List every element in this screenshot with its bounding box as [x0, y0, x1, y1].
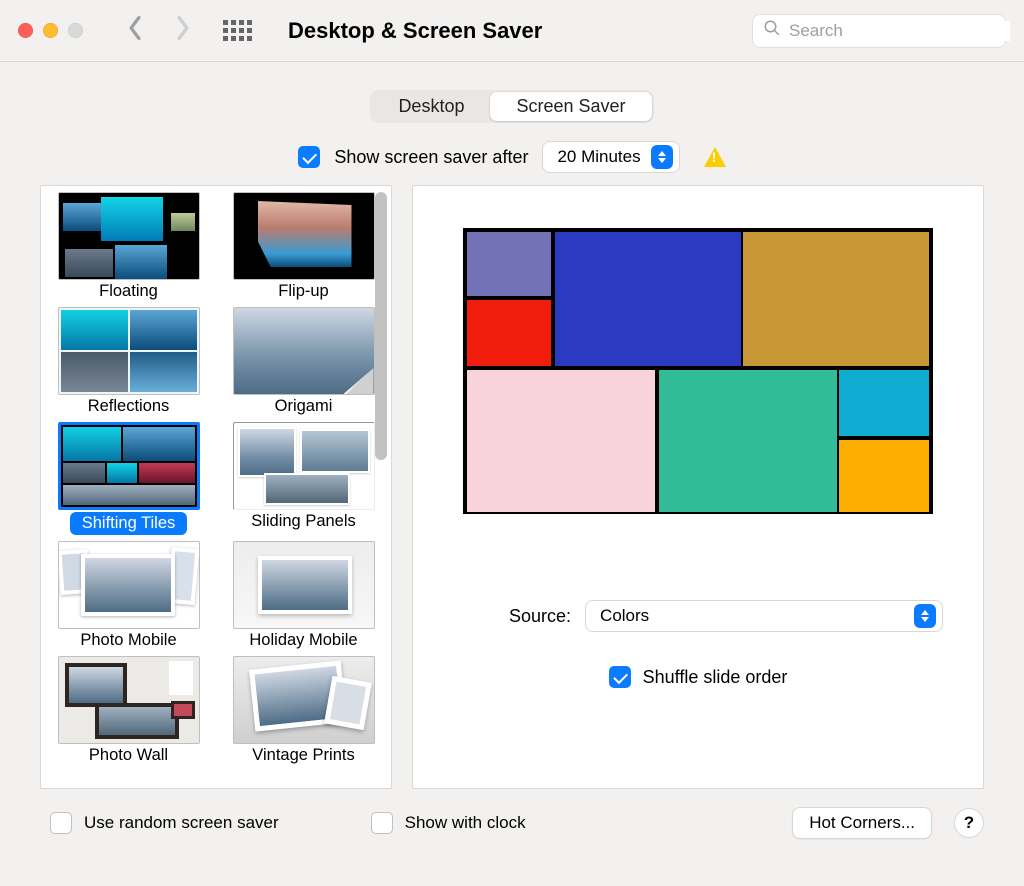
thumbnail: [233, 541, 375, 629]
search-field[interactable]: [752, 14, 1006, 48]
saver-item-holiday-mobile[interactable]: Holiday Mobile: [224, 541, 383, 656]
show-all-preferences-button[interactable]: [223, 20, 252, 41]
back-button[interactable]: [127, 15, 143, 46]
shuffle-label: Shuffle slide order: [643, 667, 788, 688]
thumbnail: [233, 307, 375, 395]
source-label: Source:: [509, 606, 571, 627]
source-value: Colors: [600, 606, 904, 626]
preview-tile: [553, 230, 743, 368]
timing-row: Show screen saver after 20 Minutes: [0, 123, 1024, 173]
warning-icon: [704, 147, 726, 167]
saver-item-floating[interactable]: Floating: [49, 192, 208, 307]
saver-label: Vintage Prints: [252, 744, 354, 765]
tab-screen-saver[interactable]: Screen Saver: [490, 92, 651, 121]
toolbar: Desktop & Screen Saver: [0, 0, 1024, 62]
saver-label: Sliding Panels: [251, 510, 356, 531]
main-area: Floating Flip-up Reflections Origami Shi…: [40, 185, 984, 789]
delay-value: 20 Minutes: [557, 147, 640, 167]
random-saver-checkbox[interactable]: [50, 812, 72, 834]
preview-tile: [741, 230, 931, 368]
minimize-window-button[interactable]: [43, 23, 58, 38]
delay-dropdown[interactable]: 20 Minutes: [542, 141, 679, 173]
saver-label: Reflections: [88, 395, 170, 416]
show-clock-label: Show with clock: [405, 813, 526, 833]
thumbnail: [58, 541, 200, 629]
saver-label: Floating: [99, 280, 158, 301]
thumbnail: [233, 192, 375, 280]
saver-item-photo-wall[interactable]: Photo Wall: [49, 656, 208, 771]
bottom-bar: Use random screen saver Show with clock …: [0, 789, 1024, 839]
preview-tile: [657, 368, 839, 514]
tab-desktop[interactable]: Desktop: [372, 92, 490, 121]
preview-tile: [465, 368, 657, 514]
preview-frame: [463, 228, 933, 514]
preview-tile: [465, 298, 553, 368]
window-title: Desktop & Screen Saver: [288, 18, 742, 44]
search-icon: [763, 19, 781, 42]
shuffle-checkbox[interactable]: [609, 666, 631, 688]
saver-item-vintage-prints[interactable]: Vintage Prints: [224, 656, 383, 771]
maximize-window-button: [68, 23, 83, 38]
source-row: Source: Colors: [453, 600, 943, 632]
stepper-icon: [914, 604, 936, 628]
saver-item-reflections[interactable]: Reflections: [49, 307, 208, 422]
thumbnail: [58, 422, 200, 510]
stepper-icon: [651, 145, 673, 169]
close-window-button[interactable]: [18, 23, 33, 38]
show-after-checkbox[interactable]: [298, 146, 320, 168]
thumbnail: [58, 656, 200, 744]
saver-label: Photo Wall: [89, 744, 168, 765]
search-input[interactable]: [789, 21, 1010, 41]
nav-arrows: [127, 15, 191, 46]
saver-label: Shifting Tiles: [70, 512, 188, 535]
hot-corners-button[interactable]: Hot Corners...: [792, 807, 932, 839]
preview-panel: Source: Colors Shuffle slide order: [412, 185, 984, 789]
saver-label: Flip-up: [278, 280, 328, 301]
preview-tile: [837, 368, 931, 438]
help-button[interactable]: ?: [954, 808, 984, 838]
saver-label: Origami: [275, 395, 333, 416]
saver-item-origami[interactable]: Origami: [224, 307, 383, 422]
thumbnail: [58, 192, 200, 280]
screen-saver-list[interactable]: Floating Flip-up Reflections Origami Shi…: [40, 185, 392, 789]
tabs-segmented: Desktop Screen Saver: [370, 90, 653, 123]
saver-label: Photo Mobile: [80, 629, 176, 650]
preview-tile: [465, 230, 553, 298]
shuffle-row: Shuffle slide order: [609, 666, 788, 688]
saver-item-sliding-panels[interactable]: Sliding Panels: [224, 422, 383, 541]
saver-item-flipup[interactable]: Flip-up: [224, 192, 383, 307]
window-controls: [18, 23, 83, 38]
source-dropdown[interactable]: Colors: [585, 600, 943, 632]
thumbnail: [58, 307, 200, 395]
thumbnail: [233, 656, 375, 744]
forward-button[interactable]: [175, 15, 191, 46]
thumbnail: [233, 422, 375, 510]
saver-item-photo-mobile[interactable]: Photo Mobile: [49, 541, 208, 656]
preview-tile: [837, 438, 931, 514]
scrollbar[interactable]: [375, 192, 387, 460]
saver-item-shifting-tiles[interactable]: Shifting Tiles: [49, 422, 208, 541]
saver-label: Holiday Mobile: [249, 629, 357, 650]
tab-row: Desktop Screen Saver: [0, 62, 1024, 123]
random-saver-label: Use random screen saver: [84, 813, 279, 833]
show-after-label: Show screen saver after: [334, 147, 528, 168]
show-clock-checkbox[interactable]: [371, 812, 393, 834]
